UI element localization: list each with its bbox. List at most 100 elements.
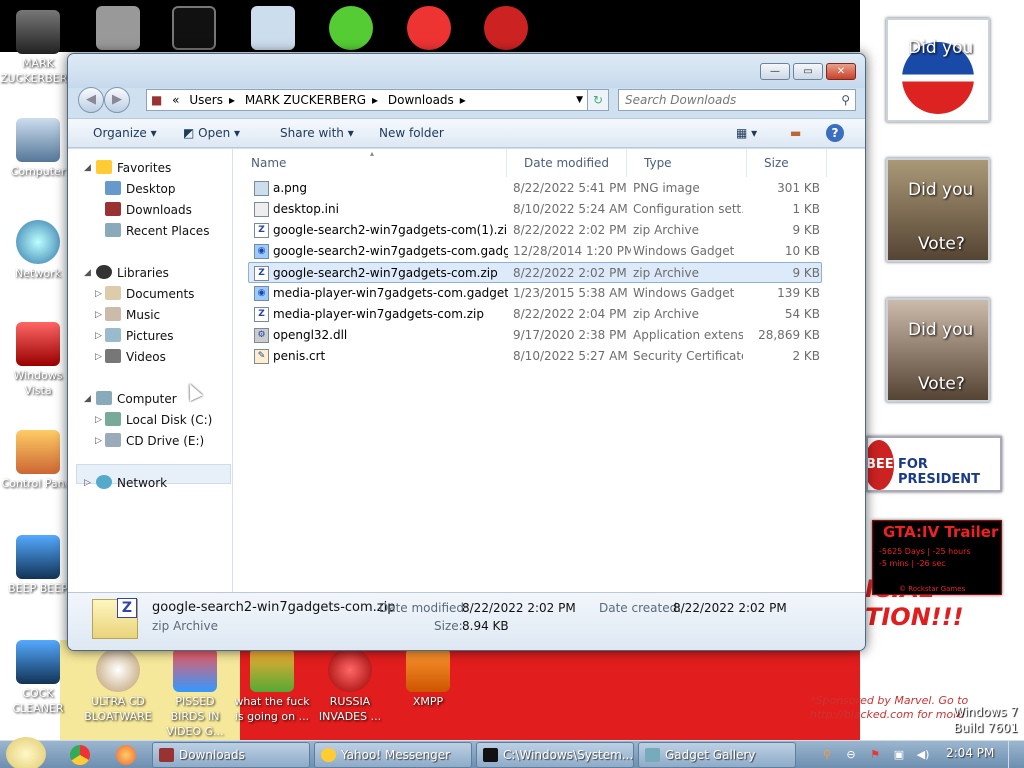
- expand-icon[interactable]: ▷: [95, 436, 102, 446]
- expand-icon[interactable]: ▷: [95, 415, 102, 425]
- gadget-hillary[interactable]: Did you Vote?: [886, 298, 990, 402]
- desktop-icon-recycle-bin[interactable]: Windows Vista: [0, 322, 76, 398]
- nav-recent-places[interactable]: Recent Places: [105, 221, 209, 241]
- collapse-icon[interactable]: ◢: [84, 394, 91, 404]
- breadcrumb-user[interactable]: MARK ZUCKERBERG: [245, 90, 366, 110]
- file-row[interactable]: desktop.ini 8/10/2022 5:24 AM Configuratio…: [234, 199, 865, 220]
- flag-tray-icon[interactable]: ⚑: [868, 748, 882, 762]
- file-row[interactable]: ✎ penis.crt 8/10/2022 5:27 AM Security Cert…: [234, 346, 865, 367]
- navigation-pane[interactable]: ◢ Favorites Desktop Downloads Recent Pla…: [68, 149, 233, 592]
- desktop-icon-cmd[interactable]: [156, 6, 232, 52]
- nav-network[interactable]: Network: [96, 473, 167, 493]
- desktop-icon-top-1[interactable]: [80, 6, 156, 52]
- breadcrumb-users[interactable]: Users: [189, 90, 223, 110]
- desktop-icon-ultra-cd[interactable]: ULTRA CD BLOATWARE: [80, 648, 156, 724]
- desktop-icon-devcpp[interactable]: [468, 6, 544, 52]
- title-bar[interactable]: — ▭ ✕: [68, 54, 865, 88]
- desktop-icon-p[interactable]: [391, 6, 467, 52]
- nav-local-disk[interactable]: Local Disk (C:): [105, 410, 212, 430]
- chevron-right-icon[interactable]: ▸: [372, 90, 378, 110]
- file-row[interactable]: Zgoogle-search2-win7gadgets-com(1).zip 8/…: [234, 220, 865, 241]
- desktop-icon-wtf[interactable]: what the fuck is going on ...: [234, 648, 310, 724]
- taskbar-button-downloads[interactable]: Downloads: [152, 742, 310, 768]
- nav-pictures[interactable]: Pictures: [105, 326, 174, 346]
- file-row[interactable]: Zmedia-player-win7gadgets-com.zip 8/22/20…: [234, 304, 865, 325]
- gadget-gta[interactable]: GTA:IV Trailer -5625 Days | -25 hours -5…: [872, 520, 1002, 595]
- desktop-icon-top-3[interactable]: [235, 6, 311, 52]
- expand-icon[interactable]: ▷: [95, 289, 102, 299]
- desktop-icon-beep-beep[interactable]: BEEP BEEP: [0, 535, 76, 596]
- maximize-button[interactable]: ▭: [793, 63, 823, 80]
- taskbar-clock[interactable]: 2:04 PM: [946, 746, 994, 760]
- nav-cd-drive[interactable]: CD Drive (E:): [105, 431, 204, 451]
- nav-computer[interactable]: Computer: [96, 389, 177, 409]
- view-options-icon[interactable]: ▦ ▾: [736, 126, 757, 140]
- gadget-obama[interactable]: Did you: [886, 18, 990, 122]
- chevron-right-icon[interactable]: ▸: [229, 90, 235, 110]
- desktop-icon-pig[interactable]: [313, 6, 389, 52]
- desktop-icon-user-folder[interactable]: MARK ZUCKERBERG: [0, 10, 76, 86]
- search-input[interactable]: Search Downloads ⚲: [618, 89, 856, 111]
- desktop-icon-control-panel[interactable]: Control Panel: [0, 430, 76, 491]
- expand-icon[interactable]: ▷: [84, 478, 91, 488]
- column-header-size[interactable]: Size: [747, 149, 827, 177]
- explorer-window[interactable]: — ▭ ✕ ◀ ▶ ■ « Users ▸ MARK ZUCKERBERG ▸ Do…: [67, 53, 866, 651]
- address-dropdown-icon[interactable]: ▼: [576, 90, 583, 110]
- nav-desktop[interactable]: Desktop: [105, 179, 176, 199]
- back-button[interactable]: ◀: [78, 87, 104, 113]
- gadget-huckabee[interactable]: BEE FOR PRESIDENT: [866, 436, 1002, 492]
- desktop-icon-xmpp[interactable]: XMPP: [390, 648, 466, 709]
- file-list[interactable]: Name ▴ Date modified Type Size a.png 8/22…: [234, 149, 865, 592]
- nav-libraries[interactable]: Libraries: [96, 263, 169, 283]
- chevron-right-icon[interactable]: ▸: [460, 90, 466, 110]
- desktop-icon-russia[interactable]: RUSSIA INVADES ...: [312, 648, 388, 724]
- close-button[interactable]: ✕: [826, 63, 856, 80]
- minimize-button[interactable]: —: [760, 63, 790, 80]
- chrome-icon[interactable]: [70, 745, 90, 765]
- preview-pane-icon[interactable]: ▬: [790, 126, 801, 140]
- expand-icon[interactable]: ▷: [95, 331, 102, 341]
- desktop-icon-pissed-birds[interactable]: PISSED BIRDS IN VIDEO G...: [157, 648, 233, 739]
- show-desktop-button[interactable]: [1008, 741, 1024, 768]
- network-tray-icon[interactable]: ▣: [892, 748, 906, 762]
- address-bar[interactable]: ■ « Users ▸ MARK ZUCKERBERG ▸ Downloads ▸ ▼: [146, 89, 594, 111]
- desktop-icon-cock-cleaner[interactable]: COCK CLEANER: [0, 640, 76, 716]
- nav-documents[interactable]: Documents: [105, 284, 194, 304]
- nav-favorites[interactable]: Favorites: [96, 158, 171, 178]
- start-button[interactable]: [6, 737, 46, 768]
- file-row[interactable]: ◉ google-search2-win7gadgets-com.gadget 12…: [234, 241, 865, 262]
- file-row[interactable]: ◉ media-player-win7gadgets-com.gadget 1/23…: [234, 283, 865, 304]
- share-label: Share with: [280, 126, 344, 140]
- breadcrumb-downloads[interactable]: Downloads: [388, 90, 454, 110]
- column-header-date[interactable]: Date modified: [507, 149, 627, 177]
- minus-tray-icon[interactable]: ⊖: [844, 748, 858, 762]
- refresh-button[interactable]: ↻: [587, 89, 609, 111]
- desktop-icon-computer[interactable]: Computer: [0, 118, 76, 179]
- nav-music[interactable]: Music: [105, 305, 160, 325]
- expand-icon[interactable]: ▷: [95, 352, 102, 362]
- search-tray-icon[interactable]: ⚲: [820, 748, 834, 762]
- taskbar-button-cmd[interactable]: C:\Windows\System...: [476, 742, 634, 768]
- expand-icon[interactable]: ▷: [95, 310, 102, 320]
- collapse-icon[interactable]: ◢: [84, 268, 91, 278]
- taskbar-button-gadget-gallery[interactable]: Gadget Gallery: [638, 742, 796, 768]
- column-header-type[interactable]: Type: [627, 149, 747, 177]
- organize-button[interactable]: Organize ▾: [93, 126, 157, 140]
- firefox-icon[interactable]: [116, 745, 136, 765]
- open-button[interactable]: ◩ Open ▾: [183, 126, 240, 140]
- collapse-icon[interactable]: ◢: [84, 163, 91, 173]
- file-row[interactable]: ⚙ opengl32.dll 9/17/2020 2:38 PM Applicatio…: [234, 325, 865, 346]
- file-row[interactable]: Zgoogle-search2-win7gadgets-com.zip 8/22/…: [248, 262, 822, 283]
- gadget-mccain[interactable]: Did you Vote?: [886, 158, 990, 262]
- file-row[interactable]: a.png 8/22/2022 5:41 PM PNG image 301 KB: [234, 178, 865, 199]
- search-icon[interactable]: ⚲: [841, 90, 850, 110]
- forward-button[interactable]: ▶: [104, 87, 130, 113]
- desktop-icon-network[interactable]: Network: [0, 220, 76, 281]
- nav-downloads[interactable]: Downloads: [105, 200, 192, 220]
- nav-videos[interactable]: Videos: [105, 347, 166, 367]
- volume-tray-icon[interactable]: ◀): [916, 748, 930, 762]
- taskbar-button-yahoo[interactable]: Yahoo! Messenger: [314, 742, 472, 768]
- share-with-button[interactable]: Share with ▾: [280, 126, 354, 140]
- help-icon[interactable]: ?: [826, 124, 844, 142]
- new-folder-button[interactable]: New folder: [379, 126, 444, 140]
